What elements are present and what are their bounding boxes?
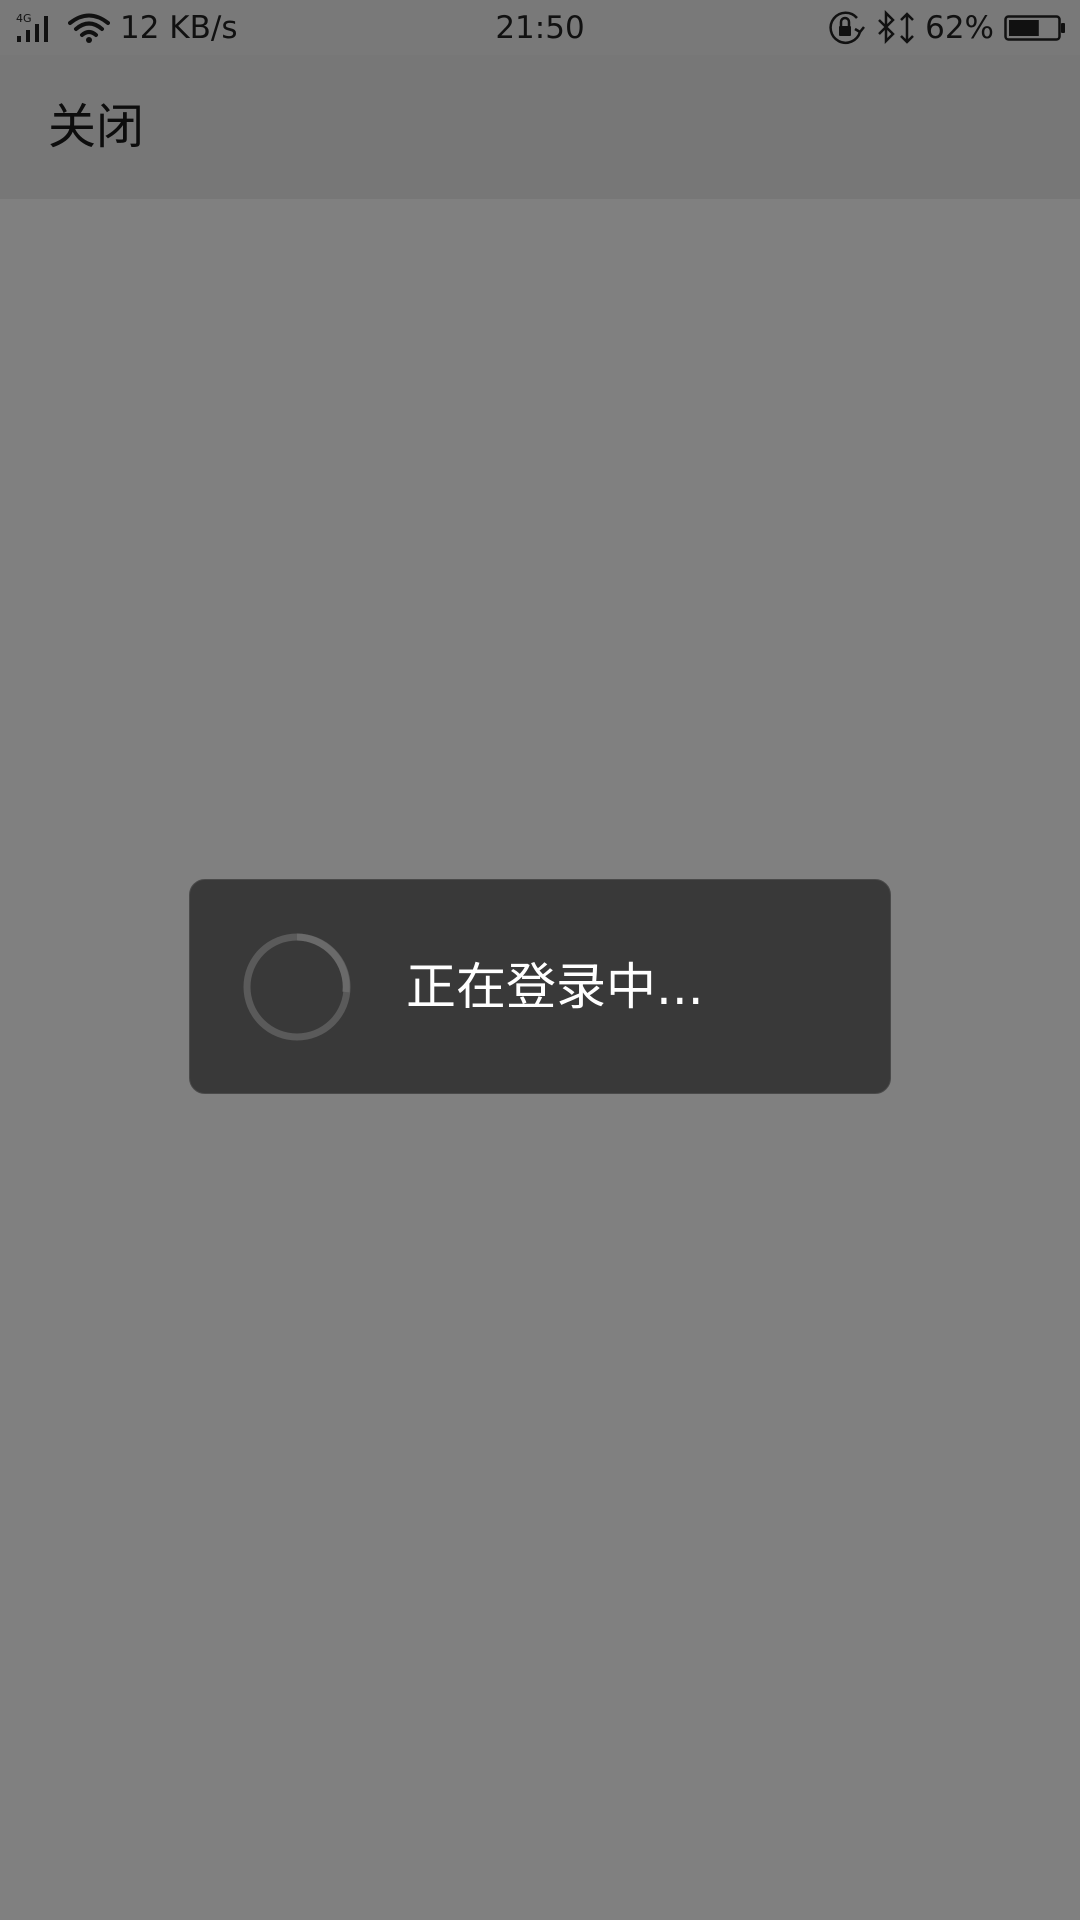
rotation-lock-icon <box>829 11 866 45</box>
loading-dialog: 正在登录中... <box>189 879 891 1094</box>
status-right: 62% <box>827 8 1066 48</box>
close-button[interactable]: 关闭 <box>48 99 144 155</box>
loading-spinner-icon <box>243 933 351 1041</box>
status-bar: 4G 12 KB/s 21:50 62% <box>0 0 1080 55</box>
battery-percent: 62% <box>925 10 994 46</box>
loading-message: 正在登录中... <box>406 958 704 1016</box>
bluetooth-icon <box>878 10 914 45</box>
battery-icon <box>1004 15 1065 41</box>
app-bar: 关闭 <box>0 55 1080 199</box>
